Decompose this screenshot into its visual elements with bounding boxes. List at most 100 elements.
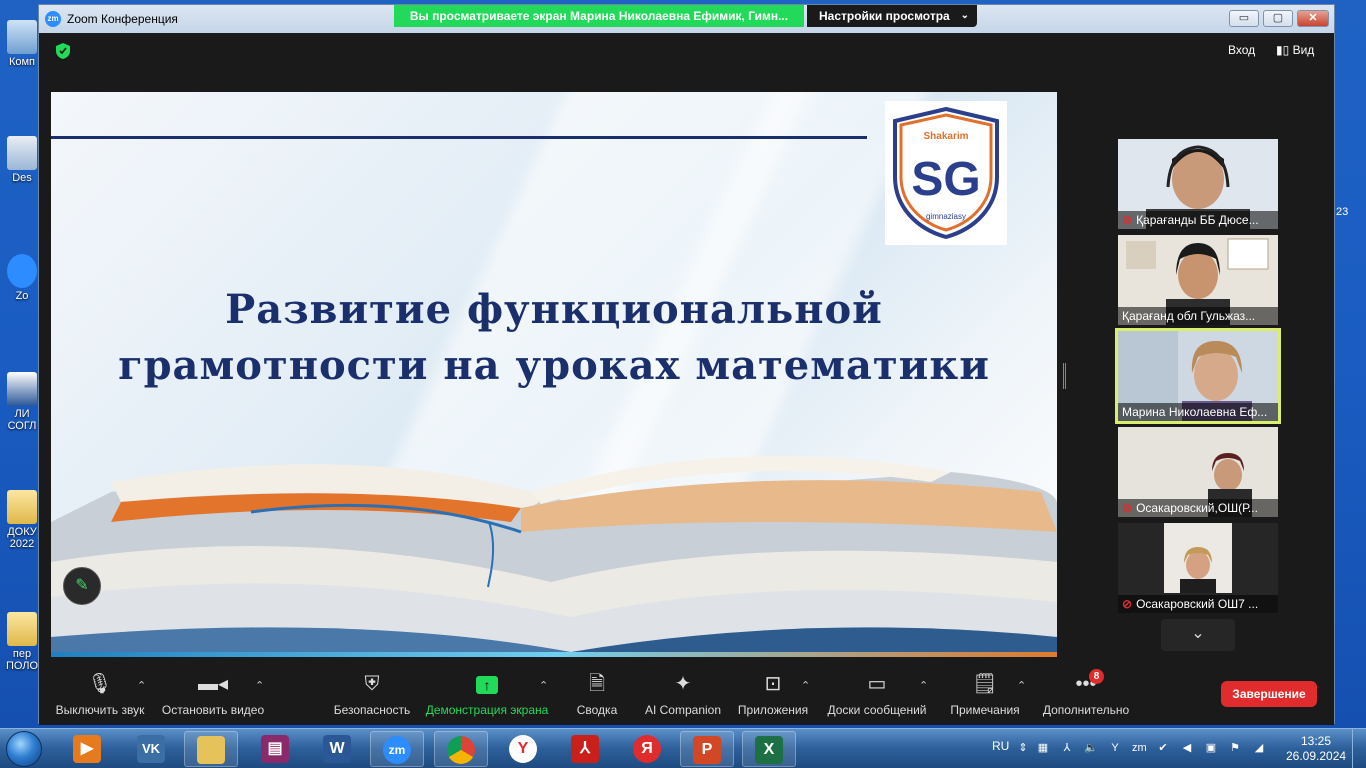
zoom-icon: zm — [383, 736, 411, 764]
chrome-icon — [447, 736, 475, 764]
security-button[interactable]: ⛨ Безопасность — [333, 671, 411, 717]
word-icon: W — [323, 735, 351, 763]
video-camera-icon: ▬◂ — [197, 673, 229, 695]
screen-share-banner: Вы просматриваете экран Марина Николаевн… — [394, 5, 804, 27]
taskbar-yandex[interactable]: Я — [620, 731, 674, 767]
taskbar-yandex-browser[interactable]: Y — [496, 731, 550, 767]
panel-splitter-handle[interactable] — [1063, 363, 1066, 389]
speaker-tray-icon[interactable]: ◀ — [1180, 741, 1194, 755]
show-desktop-button[interactable] — [1352, 729, 1366, 768]
participant-tile[interactable]: ⊘ Осакаровский,ОШ(Р... — [1118, 427, 1278, 517]
svg-text:SG: SG — [911, 153, 980, 206]
taskbar-pdf[interactable]: ⅄ — [558, 731, 612, 767]
volume-icon[interactable]: 🔈 — [1084, 741, 1098, 755]
language-indicator[interactable]: RU — [992, 739, 1009, 753]
zoom-icon — [7, 254, 37, 288]
scroll-participants-down-button[interactable]: ⌄ — [1161, 619, 1235, 651]
apps-icon: ⊡ — [764, 673, 782, 695]
more-notification-badge: 8 — [1089, 669, 1104, 684]
zoom-tray-icon[interactable]: zm — [1132, 741, 1147, 755]
taskbar-excel[interactable]: X — [742, 731, 796, 767]
view-options-button[interactable]: Настройки просмотра ⌄ — [807, 5, 977, 27]
meeting-toolbar: 🎙 Выключить звук ⌃ ▬◂ Остановить видео ⌃… — [39, 661, 1334, 725]
pdf-icon: ⅄ — [571, 735, 599, 763]
whiteboards-button[interactable]: ▭ Доски сообщений — [825, 671, 929, 717]
end-meeting-button[interactable]: Завершение — [1221, 681, 1317, 707]
participant-tile-active-speaker[interactable]: Марина Николаевна Еф... — [1115, 328, 1281, 424]
annotate-pen-button[interactable]: ✎ — [63, 567, 101, 605]
pdf-tray-icon[interactable]: ⅄ — [1060, 741, 1074, 755]
school-shield-icon: Shakarim SG gimnaziasy — [893, 107, 999, 239]
share-screen-icon: ↑ — [425, 671, 549, 697]
tray-expand-icon[interactable]: ⇕ — [1016, 741, 1030, 755]
notes-button[interactable]: 🗒 Примечания — [947, 671, 1023, 717]
shield-icon: ⛨ — [364, 673, 380, 695]
minimize-button[interactable]: ▭ — [1229, 10, 1259, 27]
more-button[interactable]: ••• Дополнительно — [1041, 671, 1131, 717]
meeting-topbar: Вход ▮▯ Вид — [39, 33, 1334, 69]
notes-options-caret[interactable]: ⌃ — [1017, 679, 1026, 692]
folder-icon — [7, 490, 37, 524]
media-player-icon: ▶ — [73, 735, 101, 763]
participant-tile[interactable]: ⊘ Қарағанды ББ Дюсе... — [1118, 139, 1278, 229]
audio-options-caret[interactable]: ⌃ — [137, 679, 146, 692]
apps-options-caret[interactable]: ⌃ — [801, 679, 810, 692]
windows-taskbar: ▶ VK ▤ W zm Y ⅄ Я P X RU ⇕ ▦ ⅄ 🔈 Y zm ✔ … — [0, 728, 1366, 768]
clock[interactable]: 13:25 26.09.2024 — [1286, 734, 1346, 764]
taskbar-media-player[interactable]: ▶ — [60, 731, 114, 767]
slide-bottom-stripe — [51, 652, 1057, 657]
start-button[interactable] — [6, 731, 42, 767]
zoom-logo-icon: zm — [45, 11, 61, 27]
network-status-icon[interactable]: ◢ — [1252, 741, 1266, 755]
taskbar-chrome[interactable] — [434, 731, 488, 767]
microphone-icon: 🎙 — [87, 673, 113, 695]
taskbar-powerpoint[interactable]: P — [680, 731, 734, 767]
shared-screen-slide: Shakarim SG gimnaziasy Развитие функцион… — [51, 92, 1057, 657]
vk-icon: VK — [137, 735, 165, 763]
excel-icon: X — [755, 736, 783, 764]
view-button[interactable]: ▮▯ Вид — [1276, 43, 1314, 57]
taskbar-explorer[interactable] — [184, 731, 238, 767]
mute-button[interactable]: 🎙 Выключить звук — [53, 671, 147, 717]
summary-button[interactable]: 🗎 Сводка — [573, 671, 621, 717]
video-options-caret[interactable]: ⌃ — [255, 679, 264, 692]
taskbar-vk[interactable]: VK — [124, 731, 178, 767]
summary-doc-icon: 🗎 — [588, 673, 606, 695]
share-screen-button[interactable]: ↑ Демонстрация экрана — [425, 671, 549, 717]
sparkle-icon: ✦ — [674, 673, 692, 695]
word-doc-icon — [7, 372, 37, 406]
folder-icon — [197, 736, 225, 764]
network-icon[interactable]: ▦ — [1036, 741, 1050, 755]
participant-tile[interactable]: Қарағанд обл Гульжаз... — [1118, 235, 1278, 325]
encryption-shield-icon[interactable] — [55, 42, 71, 60]
enter-button[interactable]: Вход — [1228, 43, 1255, 57]
close-button[interactable]: ✕ — [1297, 10, 1329, 27]
svg-text:gimnaziasy: gimnaziasy — [926, 212, 966, 221]
slide-divider-line — [51, 136, 867, 139]
taskbar-zoom[interactable]: zm — [370, 731, 424, 767]
ai-companion-button[interactable]: ✦ AI Companion — [643, 671, 723, 717]
taskbar-winrar[interactable]: ▤ — [248, 731, 302, 767]
archive-icon: ▤ — [261, 735, 289, 763]
stop-video-button[interactable]: ▬◂ Остановить видео — [161, 671, 265, 717]
pencil-icon: ✎ — [75, 577, 89, 594]
whiteboards-options-caret[interactable]: ⌃ — [919, 679, 928, 692]
muted-mic-icon: ⊘ — [1122, 501, 1133, 515]
device-tray-icon[interactable]: ▣ — [1204, 741, 1218, 755]
flag-tray-icon[interactable]: ⚑ — [1228, 741, 1242, 755]
zoom-window: zm Zoom Конференция ▭ ▢ ✕ Вы просматрива… — [38, 4, 1335, 725]
desktop-fragment: 23 — [1336, 206, 1349, 218]
share-options-caret[interactable]: ⌃ — [539, 679, 548, 692]
computer-icon — [7, 20, 37, 54]
participant-tile[interactable]: ⊘ Осакаровский ОШ7 ... — [1118, 523, 1278, 613]
slide-title: Развитие функциональной грамотности на у… — [118, 286, 990, 389]
taskbar-word[interactable]: W — [310, 731, 364, 767]
muted-mic-icon: ⊘ — [1122, 213, 1133, 227]
notes-icon: 🗒 — [972, 673, 998, 695]
apps-button[interactable]: ⊡ Приложения — [735, 671, 811, 717]
yandex-tray-icon[interactable]: Y — [1108, 741, 1122, 755]
books-illustration — [51, 456, 1057, 657]
muted-mic-icon: ⊘ — [1122, 597, 1133, 611]
maximize-button[interactable]: ▢ — [1263, 10, 1293, 27]
security-tray-icon[interactable]: ✔ — [1156, 741, 1170, 755]
